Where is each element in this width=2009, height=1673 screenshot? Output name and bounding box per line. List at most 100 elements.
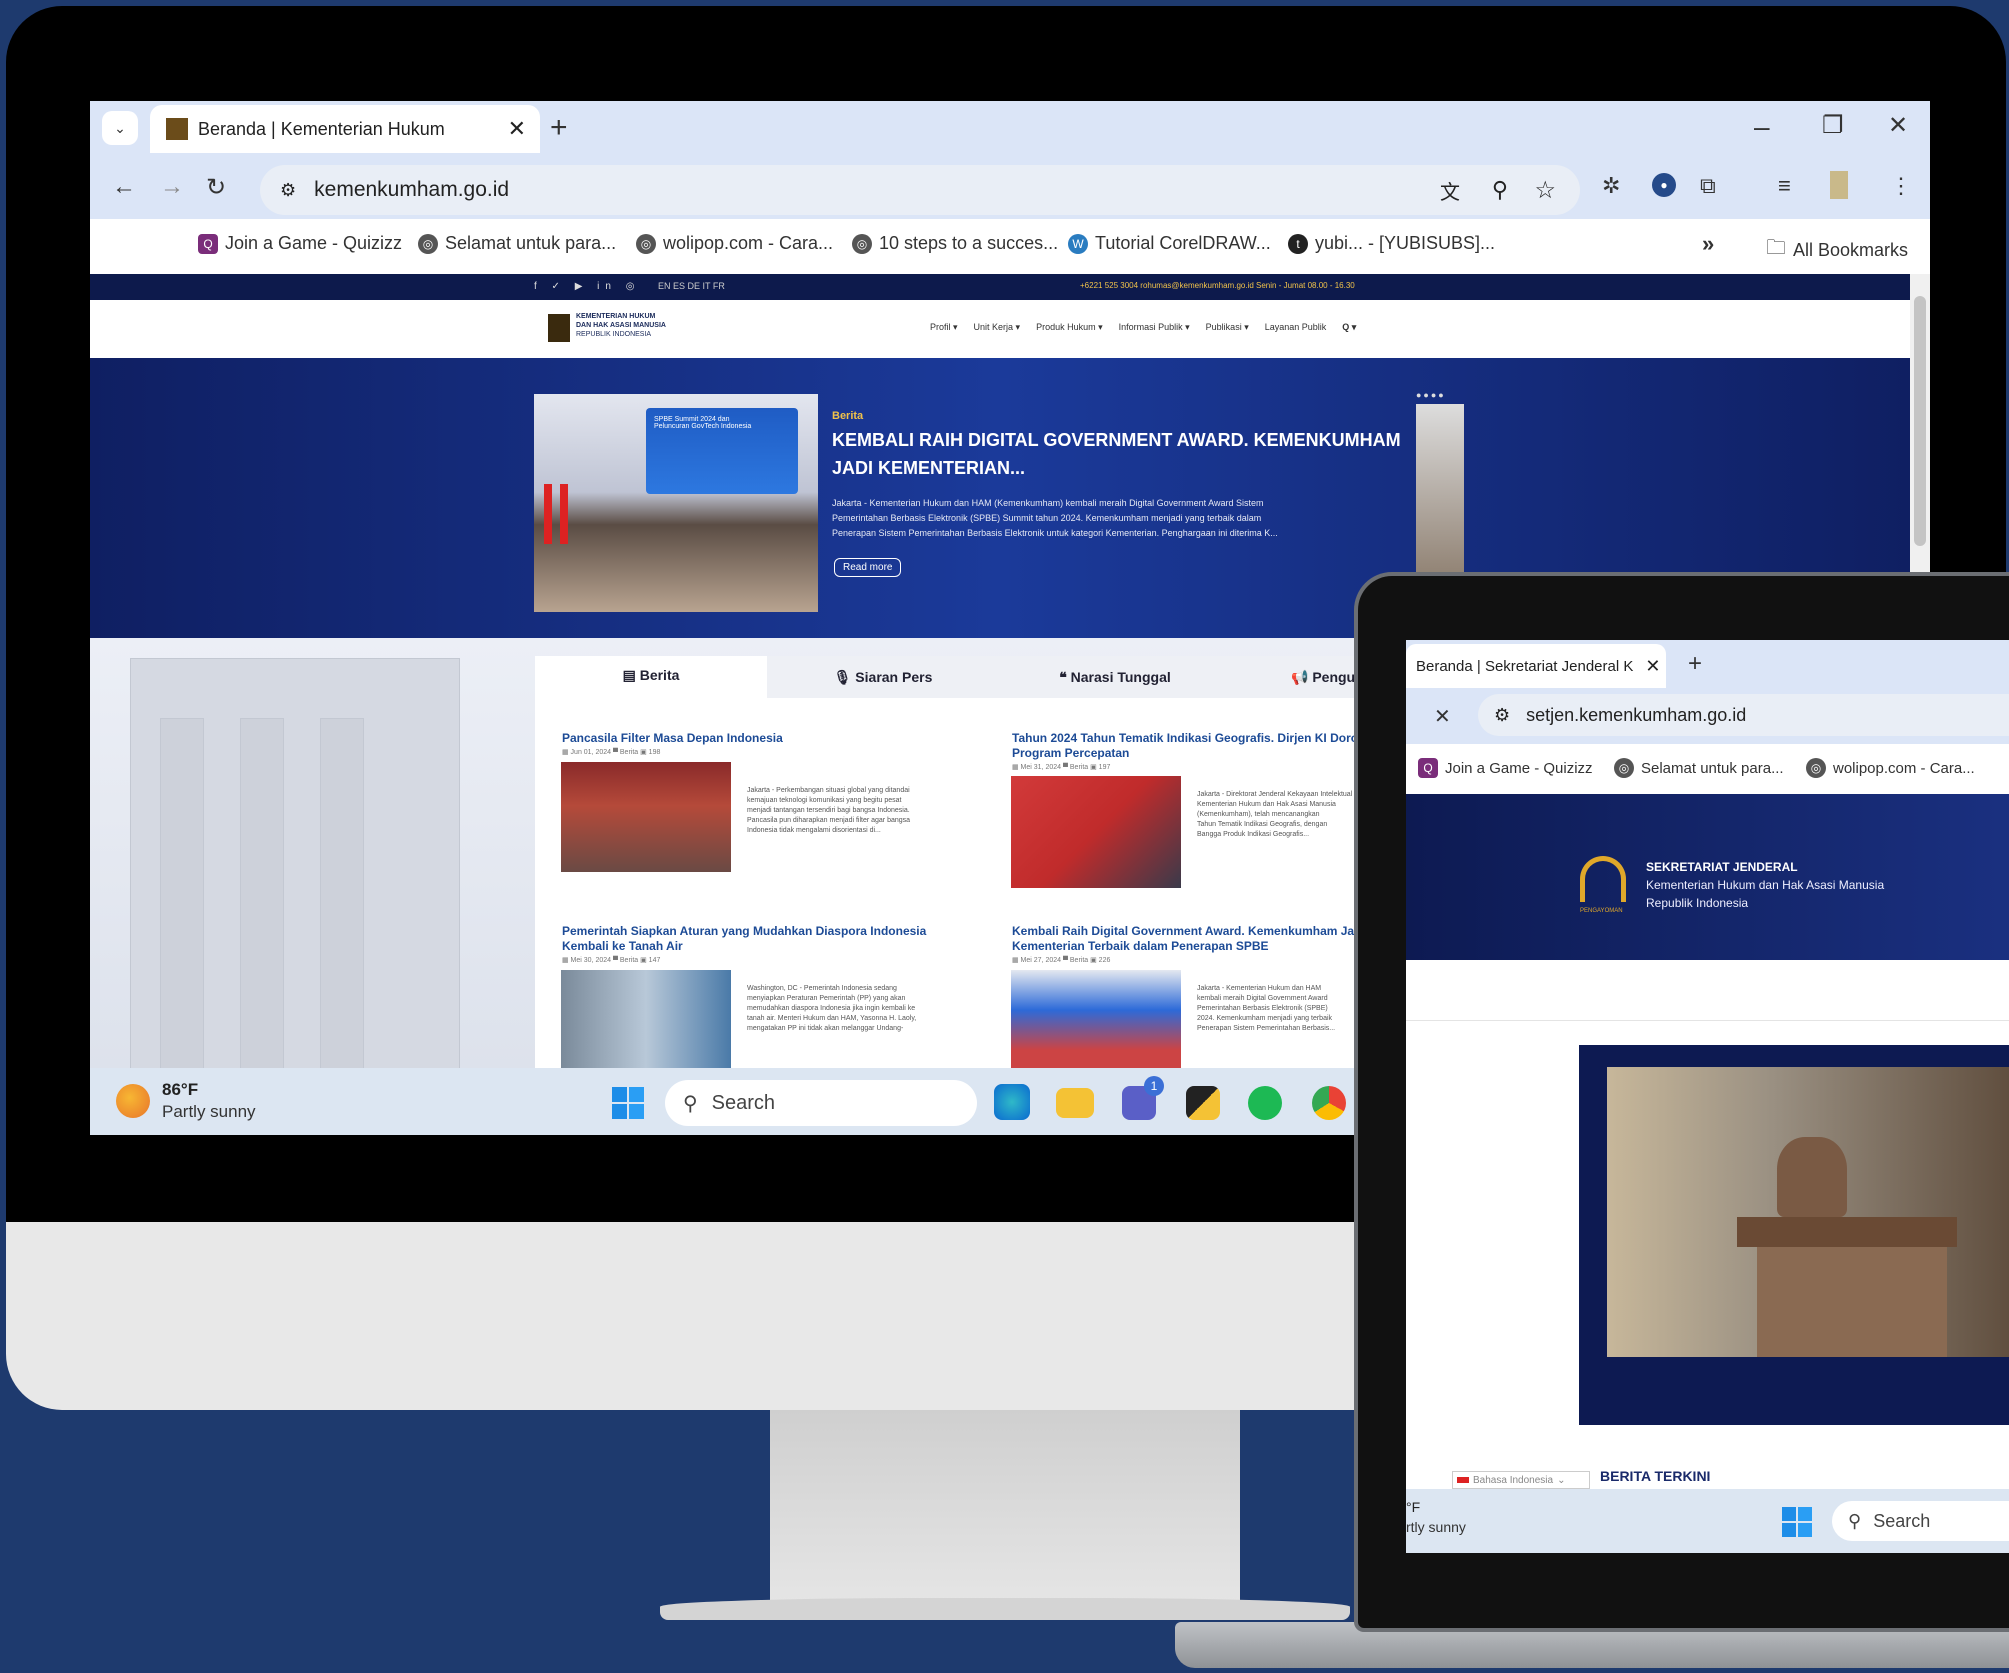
news-image[interactable]: [561, 970, 731, 1070]
news-image[interactable]: [1011, 970, 1181, 1070]
news-title[interactable]: Pancasila Filter Masa Depan Indonesia: [562, 731, 783, 746]
excerpt-line: Washington, DC - Pemerintah Indonesia se…: [747, 985, 897, 992]
taskbar-search[interactable]: ⚲ Search: [1832, 1501, 2009, 1541]
address-bar-2[interactable]: ⚙ setjen.kemenkumham.go.id: [1478, 694, 2009, 736]
slider-dots[interactable]: ●●●●: [1416, 390, 1446, 400]
news-title-line: Kementerian Terbaik dalam Penerapan SPBE: [1012, 939, 1269, 953]
headline-line: JADI KEMENTERIAN...: [832, 458, 1026, 478]
weather-icon[interactable]: [116, 1084, 150, 1118]
site-info-icon[interactable]: ⚙: [280, 180, 296, 201]
news-excerpt: Jakarta - Perkembangan situasi global ya…: [747, 786, 910, 836]
bookmark-wolipop[interactable]: ◎ wolipop.com - Cara...: [636, 233, 833, 254]
tab-siaran-pers[interactable]: 🎙 Siaran Pers: [767, 656, 999, 698]
media-control-icon[interactable]: ≡: [1778, 173, 1791, 199]
extension-icon[interactable]: ✲: [1602, 173, 1620, 199]
indonesia-flag-icon: [1457, 1477, 1469, 1483]
globe-icon: ◎: [1806, 758, 1826, 778]
pengayoman-logo-icon[interactable]: [1580, 856, 1626, 902]
back-icon[interactable]: ←: [112, 173, 136, 201]
bookmark-label: Join a Game - Quizizz: [225, 233, 403, 253]
bookmark-coreldraw[interactable]: W Tutorial CorelDRAW...: [1068, 233, 1271, 254]
menu-produk-hukum[interactable]: Produk Hukum ▾: [1036, 322, 1103, 333]
restore-icon[interactable]: ❐: [1822, 111, 1844, 140]
menu-layanan-publik[interactable]: Layanan Publik: [1265, 322, 1327, 333]
news-title[interactable]: Pemerintah Siapkan Aturan yang Mudahkan …: [562, 924, 926, 954]
next-slide-preview[interactable]: [1416, 404, 1464, 592]
translate-icon[interactable]: 文: [1440, 176, 1460, 205]
new-tab-icon[interactable]: +: [550, 111, 568, 145]
bookmark-quizizz[interactable]: Q Join a Game - Quizizz: [1418, 758, 1593, 778]
zoom-icon[interactable]: ⚲: [1492, 177, 1508, 203]
excerpt-line: Penerapan Sistem Pemerintahan Berbasis..…: [1197, 1025, 1336, 1032]
setjen-header: PENGAYOMAN SEKRETARIAT JENDERAL Kementer…: [1406, 794, 2009, 960]
stop-loading-icon[interactable]: ✕: [1434, 704, 1451, 729]
hero-headline[interactable]: KEMBALI RAIH DIGITAL GOVERNMENT AWARD. K…: [832, 426, 1401, 482]
tab-setjen[interactable]: Beranda | Sekretariat Jenderal K ✕: [1406, 644, 1666, 688]
tab-narasi-tunggal[interactable]: ❝ Narasi Tunggal: [999, 656, 1231, 698]
bookmark-label: Selamat untuk para...: [445, 233, 617, 253]
menu-informasi-publik[interactable]: Informasi Publik ▾: [1119, 322, 1190, 333]
site-logo-text[interactable]: KEMENTERIAN HUKUM DAN HAK ASASI MANUSIA …: [576, 312, 666, 339]
bookmark-yubisubs[interactable]: t yubi... - [YUBISUBS]...: [1288, 233, 1495, 254]
close-tab-icon[interactable]: ✕: [1645, 656, 1660, 677]
news-title[interactable]: Tahun 2024 Tahun Tematik Indikasi Geogra…: [1012, 731, 1373, 761]
read-more-button[interactable]: Read more: [834, 558, 902, 577]
edge-icon[interactable]: [994, 1084, 1030, 1120]
news-image[interactable]: [561, 762, 731, 872]
tab-search-icon[interactable]: ⌄: [102, 111, 138, 145]
featured-slide[interactable]: [1579, 1045, 2009, 1425]
profile-avatar[interactable]: [1830, 171, 1848, 199]
menu-profil[interactable]: Profil ▾: [930, 322, 958, 333]
windows-start-icon[interactable]: [612, 1087, 644, 1119]
scrollbar-thumb[interactable]: [1914, 296, 1926, 546]
bookmark-selamat[interactable]: ◎ Selamat untuk para...: [418, 233, 616, 254]
search-icon: ⚲: [683, 1092, 698, 1115]
menu-search[interactable]: Q ▾: [1342, 322, 1356, 333]
taskbar-search[interactable]: ⚲ Search: [665, 1080, 977, 1126]
profile-extension-icon[interactable]: ●: [1652, 173, 1676, 197]
tab-berita[interactable]: ▤ Berita: [535, 656, 767, 698]
reload-icon[interactable]: ↻: [206, 173, 226, 202]
menu-publikasi[interactable]: Publikasi ▾: [1206, 322, 1249, 333]
address-bar[interactable]: ⚙ kemenkumham.go.id 文 ⚲ ☆: [260, 165, 1580, 215]
language-links[interactable]: EN ES DE IT FR: [658, 281, 725, 291]
bookmark-star-icon[interactable]: ☆: [1534, 176, 1556, 205]
contact-info: +6221 525 3004 rohumas@kemenkumham.go.id…: [1080, 281, 1355, 290]
weather-temp[interactable]: °F: [1406, 1499, 1420, 1515]
menu-icon[interactable]: ⋮: [1890, 173, 1912, 199]
tab-kemenkumham[interactable]: Beranda | Kementerian Hukum ✕: [150, 105, 540, 153]
menu-unit-kerja[interactable]: Unit Kerja ▾: [974, 322, 1021, 333]
news-title[interactable]: Kembali Raih Digital Government Award. K…: [1012, 924, 1365, 954]
sticky-notes-icon[interactable]: [1186, 1086, 1220, 1120]
file-explorer-icon[interactable]: [1056, 1088, 1094, 1118]
close-window-icon[interactable]: ✕: [1888, 111, 1908, 140]
excerpt-line: Pancasila pun diharapkan menjadi filter …: [747, 817, 911, 824]
close-tab-icon[interactable]: ✕: [508, 116, 526, 142]
chrome-icon[interactable]: [1312, 1086, 1346, 1120]
site-nav: KEMENTERIAN HUKUM DAN HAK ASASI MANUSIA …: [90, 300, 1910, 358]
new-tab-icon[interactable]: +: [1688, 650, 1702, 678]
bookmark-wolipop[interactable]: ◎ wolipop.com - Cara...: [1806, 758, 1975, 778]
extensions-puzzle-icon[interactable]: ⧉: [1700, 173, 1716, 199]
windows-start-icon[interactable]: [1782, 1507, 1812, 1537]
featured-photo[interactable]: [1607, 1067, 2009, 1357]
bookmark-10-steps[interactable]: ◎ 10 steps to a succes...: [852, 233, 1058, 254]
minimize-icon[interactable]: –: [1754, 111, 1770, 143]
all-bookmarks-button[interactable]: 🗀 All Bookmarks: [1766, 233, 1908, 267]
spotify-icon[interactable]: [1248, 1086, 1282, 1120]
site-info-icon[interactable]: ⚙: [1494, 705, 1510, 726]
social-icons[interactable]: f ✓ ▶ in ◎: [534, 281, 640, 292]
bookmark-quizizz[interactable]: Q Join a Game - Quizizz: [198, 233, 402, 254]
language-select[interactable]: Bahasa Indonesia ⌄: [1452, 1471, 1590, 1489]
bookmark-label: 10 steps to a succes...: [879, 233, 1059, 253]
bookmarks-overflow-button[interactable]: »: [1702, 231, 1714, 257]
speaker-figure: [1777, 1137, 1847, 1217]
url-text: kemenkumham.go.id: [314, 178, 510, 201]
news-image[interactable]: [1011, 776, 1181, 888]
excerpt-line: Pemerintahan Berbasis Elektronik (SPBE): [1197, 1005, 1328, 1012]
news-title-line: Kembali ke Tanah Air: [562, 939, 683, 953]
forward-icon[interactable]: →: [160, 173, 184, 201]
bookmark-selamat[interactable]: ◎ Selamat untuk para...: [1614, 758, 1784, 778]
weather-temp[interactable]: 86°F: [162, 1080, 198, 1100]
hero-image[interactable]: SPBE Summit 2024 dan Peluncuran GovTech …: [534, 394, 818, 612]
